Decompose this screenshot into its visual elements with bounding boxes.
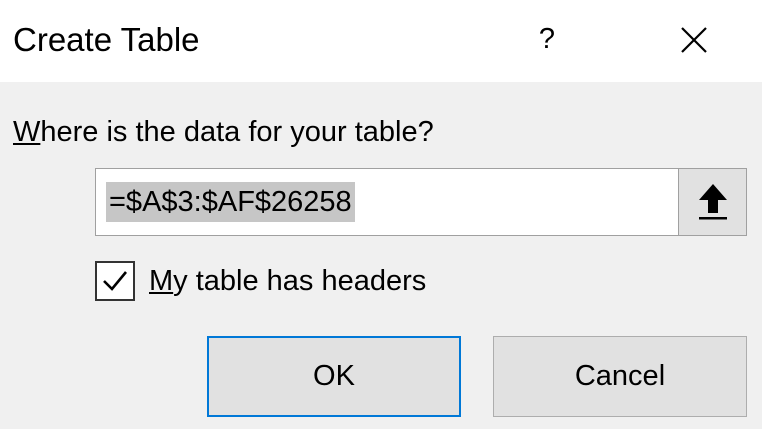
- arrow-up-icon: [699, 184, 727, 220]
- headers-accelerator-key: M: [149, 265, 174, 297]
- dialog-title: Create Table: [13, 21, 200, 58]
- prompt-text: here is the data for your table?: [40, 116, 434, 148]
- checkmark-icon: [103, 271, 128, 291]
- close-button[interactable]: [668, 14, 720, 66]
- close-icon: [681, 27, 707, 53]
- range-field[interactable]: =$A$3:$AF$26258: [95, 168, 747, 236]
- headers-checkbox-label[interactable]: My table has headers: [149, 261, 426, 301]
- prompt-accelerator-key: W: [13, 116, 41, 148]
- cancel-button[interactable]: Cancel: [493, 336, 747, 417]
- range-prompt-label: Where is the data for your table?: [13, 112, 434, 152]
- headers-label-text: y table has headers: [173, 265, 427, 297]
- title-bar: Create Table ?: [0, 0, 762, 82]
- collapse-dialog-button[interactable]: [678, 169, 746, 235]
- headers-checkbox[interactable]: [95, 261, 135, 301]
- range-input[interactable]: =$A$3:$AF$26258: [106, 182, 355, 222]
- help-button[interactable]: ?: [524, 14, 570, 64]
- ok-button[interactable]: OK: [207, 336, 461, 417]
